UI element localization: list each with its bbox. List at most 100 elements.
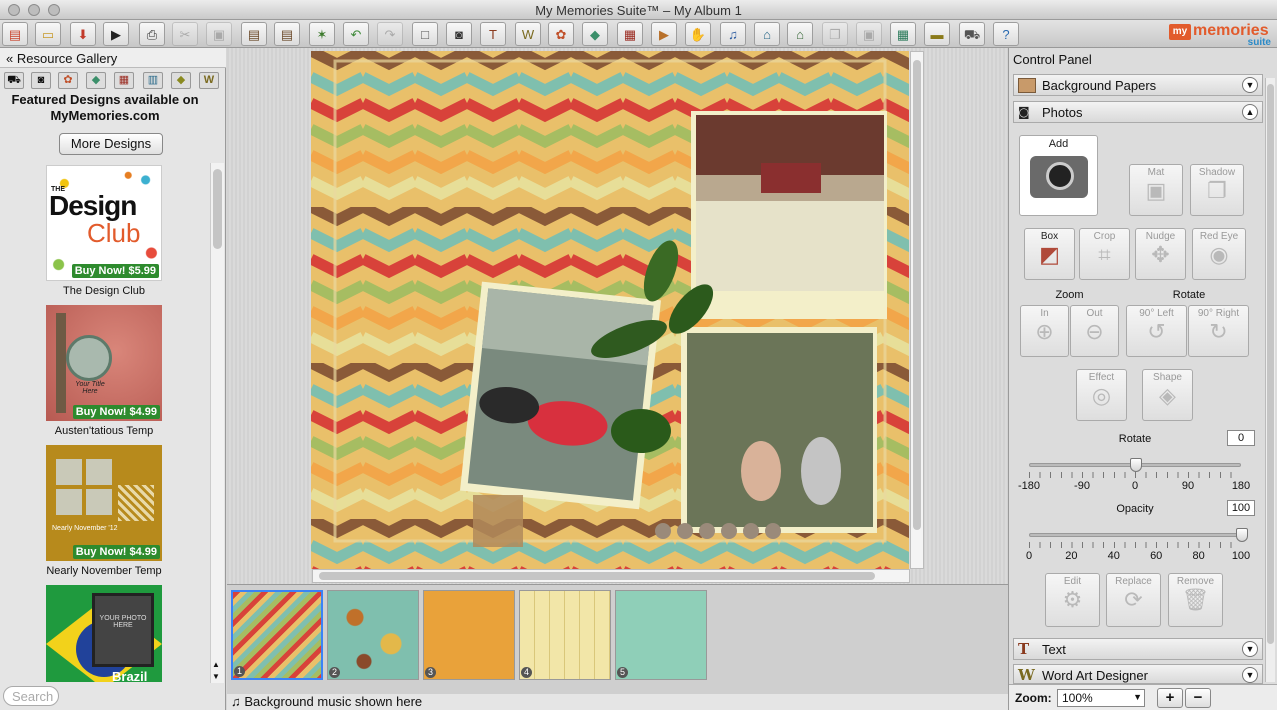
gallery-scroll-thumb[interactable] bbox=[213, 169, 222, 249]
design-card[interactable]: Your Title Here Buy Now! $4.99 Austen'ta… bbox=[46, 305, 162, 437]
canvas-vertical-scrollbar[interactable] bbox=[910, 51, 924, 569]
more-designs-button[interactable]: More Designs bbox=[59, 133, 163, 155]
film-icon[interactable]: ▬ bbox=[924, 22, 950, 46]
redo-icon[interactable]: ↷ bbox=[377, 22, 403, 46]
stamp-icon[interactable]: ▦ bbox=[617, 22, 643, 46]
rotate-left-button[interactable]: 90° Left ↺ bbox=[1126, 305, 1187, 357]
section-word-art[interactable]: W Word Art Designer ▼ bbox=[1013, 664, 1263, 684]
open-folder-icon[interactable]: ▭ bbox=[35, 22, 61, 46]
crop-button[interactable]: Crop ⌗ bbox=[1079, 228, 1130, 280]
buy-now-badge[interactable]: Buy Now! $5.99 bbox=[71, 264, 159, 278]
zoom-out-button[interactable]: − bbox=[1185, 688, 1211, 708]
zoom-out-button[interactable]: Out ⊖ bbox=[1070, 305, 1119, 357]
replace-button[interactable]: Replace ⟳ bbox=[1106, 573, 1161, 627]
tag-icon[interactable]: ◆ bbox=[86, 72, 106, 89]
text-icon[interactable]: T bbox=[480, 22, 506, 46]
paper-clip-embellishment[interactable] bbox=[473, 495, 523, 547]
background-music-bar[interactable]: ♫ Background music shown here bbox=[227, 694, 1008, 710]
opacity-slider-knob[interactable] bbox=[1236, 528, 1248, 542]
chevron-down-icon[interactable]: ▼ bbox=[1242, 641, 1258, 657]
video-icon[interactable]: ▶ bbox=[651, 22, 677, 46]
cut-icon[interactable]: ✂ bbox=[172, 22, 198, 46]
template-icon[interactable]: ▥ bbox=[143, 72, 163, 89]
page-thumbnail[interactable]: 4 bbox=[519, 590, 611, 680]
home-icon[interactable]: ⌂ bbox=[754, 22, 780, 46]
camera-icon[interactable]: ◙ bbox=[31, 72, 51, 89]
tag-icon[interactable]: ◆ bbox=[582, 22, 608, 46]
photo-frame-feet[interactable] bbox=[681, 327, 877, 533]
save-icon[interactable]: ⬇ bbox=[70, 22, 96, 46]
zoom-in-button[interactable]: In ⊕ bbox=[1020, 305, 1069, 357]
effect-button[interactable]: Effect ◎ bbox=[1076, 369, 1127, 421]
rotate-right-button[interactable]: 90° Right ↻ bbox=[1188, 305, 1249, 357]
page-thumbnail[interactable]: 5 bbox=[615, 590, 707, 680]
design-card[interactable]: YOUR PHOTO HERE Brazil bbox=[46, 585, 162, 682]
scrapbook-page[interactable] bbox=[311, 51, 909, 569]
opacity-value-field[interactable]: 100 bbox=[1227, 500, 1255, 516]
chevron-down-icon[interactable]: ▼ bbox=[1133, 692, 1142, 702]
embellishment-icon[interactable]: ✿ bbox=[548, 22, 574, 46]
gallery-scrollbar[interactable]: ▲ ▼ bbox=[210, 163, 224, 683]
buy-now-badge[interactable]: Buy Now! $4.99 bbox=[72, 405, 160, 419]
edit-button[interactable]: Edit ⚙ bbox=[1045, 573, 1100, 627]
word-art-icon[interactable]: W bbox=[199, 72, 219, 89]
mm-home-icon[interactable]: ▤ bbox=[2, 22, 28, 46]
embellishment-icon[interactable]: ✿ bbox=[58, 72, 78, 89]
zoom-in-button[interactable]: + bbox=[1157, 688, 1183, 708]
collapse-icon[interactable]: « bbox=[6, 51, 13, 66]
control-panel-scroll-thumb[interactable] bbox=[1267, 84, 1274, 644]
zoom-select[interactable]: 100% ▼ bbox=[1057, 689, 1145, 707]
box-button[interactable]: Box ◩ bbox=[1024, 228, 1075, 280]
layers-icon[interactable]: ❐ bbox=[822, 22, 848, 46]
brazil-thumbnail[interactable]: YOUR PHOTO HERE Brazil bbox=[46, 585, 162, 682]
paste-icon[interactable]: ▤ bbox=[241, 22, 267, 46]
cart-icon[interactable]: ⛟ bbox=[4, 72, 24, 89]
paste-in-place-icon[interactable]: ▤ bbox=[274, 22, 300, 46]
help-icon[interactable]: ? bbox=[993, 22, 1019, 46]
photo-frame-stage[interactable] bbox=[691, 111, 887, 319]
buy-now-badge[interactable]: Buy Now! $4.99 bbox=[72, 545, 160, 559]
word-art-icon[interactable]: W bbox=[515, 22, 541, 46]
rotate-slider[interactable] bbox=[1029, 458, 1241, 472]
design-card[interactable]: Nearly November '12 Buy Now! $4.99 Nearl… bbox=[46, 445, 162, 577]
section-text[interactable]: T Text ▼ bbox=[1013, 638, 1263, 660]
mat-button[interactable]: Mat ▣ bbox=[1129, 164, 1183, 216]
print-icon[interactable]: ⎙ bbox=[139, 22, 165, 46]
austentatious-thumbnail[interactable]: Your Title Here Buy Now! $4.99 bbox=[46, 305, 162, 421]
copy-icon[interactable]: ▣ bbox=[206, 22, 232, 46]
paper-icon[interactable]: ◆ bbox=[171, 72, 191, 89]
add-photo-button[interactable]: Add bbox=[1019, 135, 1098, 216]
photo-frame-umbrellas[interactable] bbox=[460, 281, 661, 510]
control-panel-scrollbar[interactable] bbox=[1265, 78, 1275, 682]
nearly-november-thumbnail[interactable]: Nearly November '12 Buy Now! $4.99 bbox=[46, 445, 162, 561]
page-thumbnail[interactable]: 3 bbox=[423, 590, 515, 680]
camera-icon[interactable]: ◙ bbox=[446, 22, 472, 46]
chevron-down-icon[interactable]: ▼ bbox=[1242, 667, 1258, 683]
stamp-icon[interactable]: ▦ bbox=[114, 72, 134, 89]
page-thumbnail[interactable]: 1 bbox=[231, 590, 323, 680]
scroll-down-arrow-icon[interactable]: ▼ bbox=[212, 672, 220, 681]
chevron-up-icon[interactable]: ▲ bbox=[1242, 104, 1258, 120]
gallery-header[interactable]: « Resource Gallery bbox=[0, 48, 226, 68]
scroll-up-arrow-icon[interactable]: ▲ bbox=[212, 660, 220, 669]
shape-button[interactable]: Shape ◈ bbox=[1142, 369, 1193, 421]
canvas-hscroll-thumb[interactable] bbox=[319, 572, 875, 580]
design-card[interactable]: THE Design Club Buy Now! $5.99 The Desig… bbox=[46, 165, 162, 297]
group-icon[interactable]: ▣ bbox=[856, 22, 882, 46]
chevron-down-icon[interactable]: ▼ bbox=[1242, 77, 1258, 93]
canvas-vscroll-thumb[interactable] bbox=[913, 60, 921, 530]
music-note-icon[interactable]: ♫ bbox=[720, 22, 746, 46]
grid-icon[interactable]: ▦ bbox=[890, 22, 916, 46]
red-eye-button[interactable]: Red Eye ◉ bbox=[1192, 228, 1246, 280]
hand-icon[interactable]: ✋ bbox=[685, 22, 711, 46]
shadow-button[interactable]: Shadow ❐ bbox=[1190, 164, 1244, 216]
undo-icon[interactable]: ↶ bbox=[343, 22, 369, 46]
magic-wand-icon[interactable]: ✶ bbox=[309, 22, 335, 46]
page-thumbnail[interactable]: 2 bbox=[327, 590, 419, 680]
design-club-thumbnail[interactable]: THE Design Club Buy Now! $5.99 bbox=[46, 165, 162, 281]
rotate-slider-knob[interactable] bbox=[1130, 458, 1142, 472]
template-icon[interactable]: ⌂ bbox=[787, 22, 813, 46]
rotate-value-field[interactable]: 0 bbox=[1227, 430, 1255, 446]
remove-button[interactable]: Remove 🗑 bbox=[1168, 573, 1223, 627]
cart-icon[interactable]: ⛟ bbox=[959, 22, 985, 46]
